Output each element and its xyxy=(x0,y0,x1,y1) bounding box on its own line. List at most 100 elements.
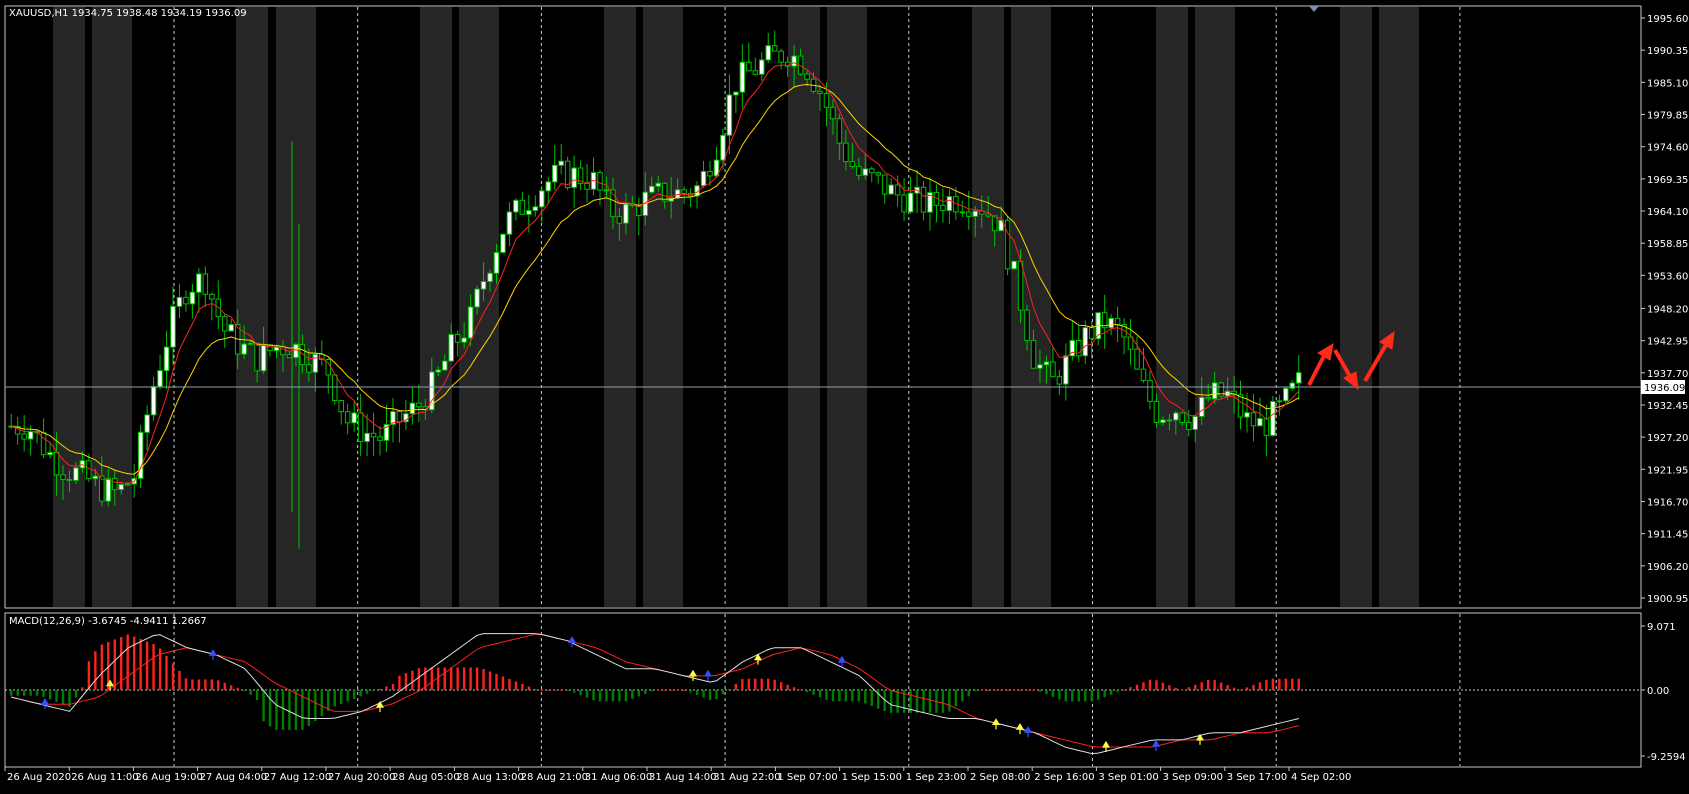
candle-body xyxy=(1173,412,1179,421)
candle-body xyxy=(312,353,319,373)
time-tick-label: 3 Sep 17:00 xyxy=(1227,772,1287,783)
candle-body xyxy=(1024,309,1030,341)
time-tick-label: 3 Sep 09:00 xyxy=(1163,772,1223,783)
macd-bar xyxy=(747,678,751,690)
time-tick-label: 4 Sep 02:00 xyxy=(1291,772,1351,783)
macd-bar xyxy=(1051,690,1055,697)
price-chart[interactable]: 1936.09 XAUUSD,H1 1934.75 1938.48 1934.1… xyxy=(0,0,1689,790)
time-tick-label: 1 Sep 23:00 xyxy=(906,772,966,783)
price-tick-label: 1953.60 xyxy=(1647,271,1688,282)
macd-bar xyxy=(547,690,550,691)
macd-bar xyxy=(838,690,841,702)
macd-bar xyxy=(42,690,45,697)
macd-bar xyxy=(922,690,925,713)
candle-body xyxy=(862,168,869,176)
candle-body xyxy=(584,182,590,190)
macd-bar xyxy=(171,663,175,690)
macd-bar xyxy=(948,690,951,712)
candle-body xyxy=(901,194,907,213)
session-band xyxy=(53,7,85,607)
macd-bar xyxy=(999,690,1003,691)
macd-bar xyxy=(631,690,634,699)
price-tick-label: 1911.45 xyxy=(1647,530,1688,541)
session-band xyxy=(1195,7,1235,607)
session-band xyxy=(92,7,132,607)
macd-bar xyxy=(1219,682,1223,690)
macd-bar xyxy=(1161,682,1165,690)
candle-body xyxy=(733,91,739,96)
macd-bar xyxy=(1142,682,1145,690)
current-price-label: 1936.09 xyxy=(1644,383,1685,394)
macd-bar xyxy=(1278,678,1281,690)
candle-body xyxy=(1011,260,1017,270)
candle-body xyxy=(416,402,422,408)
macd-bar xyxy=(1058,690,1061,700)
candle-body xyxy=(526,210,532,215)
time-tick-label: 28 Aug 13:00 xyxy=(456,772,523,783)
macd-bar xyxy=(1096,690,1100,700)
candle-body xyxy=(1140,368,1147,381)
candle-body xyxy=(144,414,150,433)
macd-bar xyxy=(1109,690,1113,695)
candle-body xyxy=(946,196,953,212)
macd-bar xyxy=(993,690,996,691)
candle-body xyxy=(881,174,888,195)
macd-bar xyxy=(94,651,97,690)
time-tick-label: 1 Sep 15:00 xyxy=(842,772,902,783)
candle-body xyxy=(966,211,972,217)
macd-bar xyxy=(501,676,505,690)
macd-bar xyxy=(728,689,731,690)
candle-body xyxy=(539,190,545,208)
candle-body xyxy=(370,432,377,438)
macd-bar xyxy=(618,690,621,702)
candle-body xyxy=(105,478,112,502)
macd-bar xyxy=(87,661,91,690)
candle-body xyxy=(73,467,79,481)
session-band xyxy=(1156,7,1188,607)
macd-bar xyxy=(987,690,990,691)
candle-body xyxy=(1289,382,1296,389)
macd-bar xyxy=(1090,690,1093,702)
candle-body xyxy=(1270,401,1276,436)
candle-body xyxy=(985,213,991,217)
chart-window[interactable]: 1936.09 XAUUSD,H1 1934.75 1938.48 1934.1… xyxy=(0,0,1689,790)
macd-bar xyxy=(792,687,796,690)
candle-body xyxy=(111,478,118,491)
macd-bar xyxy=(152,644,155,690)
macd-bar xyxy=(340,690,343,704)
candle-body xyxy=(1043,361,1050,366)
macd-bar xyxy=(1291,678,1294,690)
macd-tick-label: 9.071 xyxy=(1647,622,1676,633)
candle-body xyxy=(124,483,131,486)
candle-body xyxy=(894,184,901,196)
price-tick-label: 1974.60 xyxy=(1647,143,1688,154)
macd-bar xyxy=(521,683,524,690)
macd-bar xyxy=(812,690,815,695)
candle-body xyxy=(674,189,681,199)
candle-body xyxy=(571,167,577,189)
macd-bar xyxy=(223,682,226,690)
candle-body xyxy=(1108,317,1114,329)
candle-body xyxy=(597,172,603,191)
candle-body xyxy=(21,433,27,440)
macd-bar xyxy=(61,690,65,705)
macd-bar xyxy=(669,690,673,691)
macd-bar xyxy=(145,641,149,690)
macd-bar xyxy=(566,690,569,691)
candle-body xyxy=(1050,361,1056,378)
candle-body xyxy=(364,432,370,443)
macd-bar xyxy=(1284,678,1288,690)
candle-body xyxy=(183,296,189,305)
macd-bar xyxy=(644,690,647,694)
macd-bar xyxy=(682,690,686,691)
price-tick-label: 1964.10 xyxy=(1647,207,1688,218)
candle-body xyxy=(1166,419,1173,422)
candle-body xyxy=(746,61,752,72)
macd-bar xyxy=(598,690,602,702)
candle-body xyxy=(1283,387,1289,402)
macd-bar xyxy=(10,690,13,696)
candle-body xyxy=(409,402,416,415)
macd-bar xyxy=(974,690,977,692)
macd-bar xyxy=(721,690,725,695)
macd-bar xyxy=(896,690,899,713)
